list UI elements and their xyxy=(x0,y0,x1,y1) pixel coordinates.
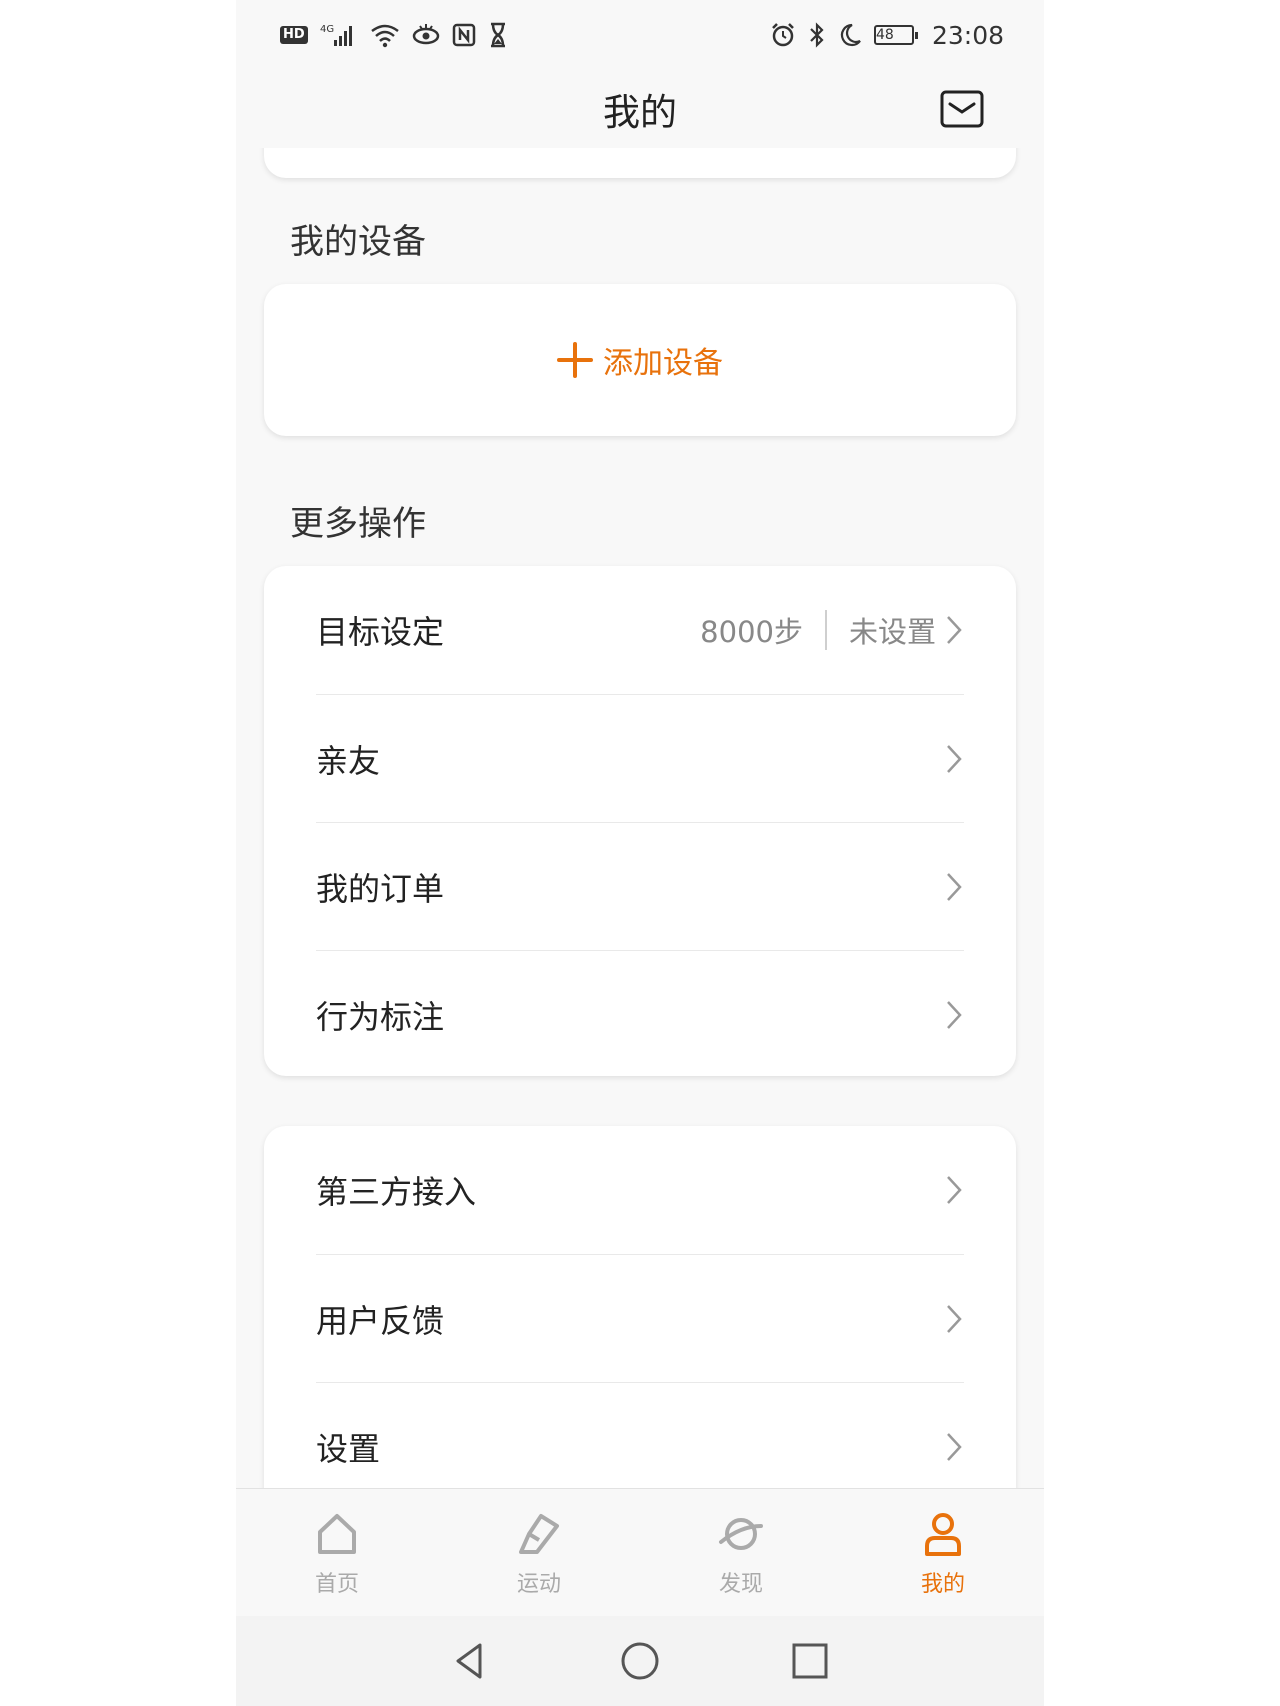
chevron-right-icon xyxy=(947,873,962,901)
chevron-right-icon xyxy=(947,1176,962,1204)
friends-label: 亲友 xyxy=(316,742,381,780)
add-device-button[interactable]: 添加设备 xyxy=(557,338,723,382)
shoe-icon xyxy=(519,1513,559,1554)
home-icon xyxy=(318,1513,356,1554)
hd-icon: HD xyxy=(280,26,308,44)
add-device-label: 添加设备 xyxy=(603,346,723,381)
nav-discover[interactable]: 发现 xyxy=(666,1508,816,1598)
chevron-right-icon xyxy=(947,616,962,644)
chevron-right-icon xyxy=(947,1305,962,1333)
goal-setting-label: 目标设定 xyxy=(316,613,445,651)
nav-sport-label: 运动 xyxy=(516,1571,561,1597)
behavior-label-label: 行为标注 xyxy=(316,998,445,1036)
goal-status: 未设置 xyxy=(848,615,936,649)
alarm-icon xyxy=(770,22,796,48)
nfc-icon xyxy=(452,23,476,47)
scroll-content[interactable]: 我的设备 添加设备 更多操作 目标设定 8000步 未设置 亲友 我的订单 行为… xyxy=(236,148,1044,1488)
my-orders-label: 我的订单 xyxy=(316,870,445,908)
bluetooth-icon xyxy=(808,22,826,48)
battery-icon: 48 xyxy=(873,25,918,45)
message-button[interactable] xyxy=(940,90,984,128)
header: 我的 xyxy=(236,70,1044,148)
friends-row[interactable]: 亲友 xyxy=(316,695,964,823)
hourglass-icon xyxy=(488,22,508,48)
add-device-card: 添加设备 xyxy=(264,284,1016,436)
system-nav-bar xyxy=(236,1616,1044,1706)
nav-mine-label: 我的 xyxy=(920,1571,965,1597)
chevron-right-icon xyxy=(947,745,962,773)
third-party-label: 第三方接入 xyxy=(316,1173,477,1211)
nav-sport[interactable]: 运动 xyxy=(464,1508,614,1598)
recents-icon[interactable] xyxy=(790,1641,830,1681)
behavior-label-row[interactable]: 行为标注 xyxy=(316,951,964,1079)
planet-icon xyxy=(719,1517,763,1550)
home-circle-icon[interactable] xyxy=(620,1641,660,1681)
goal-steps-value: 8000步 xyxy=(700,615,803,649)
status-time: 23:08 xyxy=(931,20,1004,50)
feedback-row[interactable]: 用户反馈 xyxy=(316,1255,964,1383)
svg-text:4G: 4G xyxy=(320,24,334,35)
phone-screen: HD 4G 48 23:08 我的 我的设备 添加设备 更多操作 目标设定 80… xyxy=(236,0,1044,1706)
page-title: 我的 xyxy=(603,91,677,134)
nav-home-label: 首页 xyxy=(314,1571,359,1597)
eye-comfort-icon xyxy=(412,23,440,47)
chevron-right-icon xyxy=(947,1001,962,1029)
third-party-row[interactable]: 第三方接入 xyxy=(316,1126,964,1254)
person-icon xyxy=(925,1512,961,1556)
chevron-right-icon xyxy=(947,1433,962,1461)
goal-setting-row[interactable]: 目标设定 8000步 未设置 xyxy=(316,566,964,694)
settings-label: 设置 xyxy=(316,1430,381,1468)
status-bar: HD 4G 48 23:08 xyxy=(236,0,1044,70)
settings-card: 第三方接入 用户反馈 设置 xyxy=(264,1126,1016,1488)
settings-row[interactable]: 设置 xyxy=(316,1383,964,1488)
bottom-nav: 首页 运动 发现 我的 xyxy=(236,1488,1044,1616)
feedback-label: 用户反馈 xyxy=(316,1302,445,1340)
nav-mine[interactable]: 我的 xyxy=(868,1508,1018,1598)
more-actions-card: 目标设定 8000步 未设置 亲友 我的订单 行为标注 xyxy=(264,566,1016,1076)
signal-icon: 4G xyxy=(320,22,358,48)
wifi-icon xyxy=(370,22,400,48)
nav-home[interactable]: 首页 xyxy=(262,1508,412,1598)
my-devices-label: 我的设备 xyxy=(290,222,426,262)
goal-divider xyxy=(824,610,827,650)
nav-discover-label: 发现 xyxy=(718,1571,763,1597)
profile-card[interactable] xyxy=(264,148,1016,178)
plus-icon xyxy=(557,342,593,378)
more-actions-label: 更多操作 xyxy=(290,504,426,544)
mail-icon xyxy=(940,90,984,128)
moon-icon xyxy=(838,22,862,48)
my-orders-row[interactable]: 我的订单 xyxy=(316,823,964,951)
back-icon[interactable] xyxy=(450,1641,490,1681)
